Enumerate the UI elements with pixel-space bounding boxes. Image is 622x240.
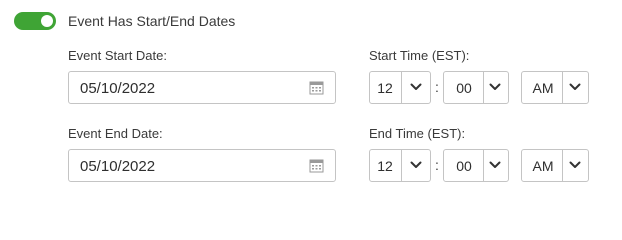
start-date-value: 05/10/2022	[80, 80, 156, 97]
select-divider	[401, 72, 402, 103]
chevron-down-icon	[410, 161, 422, 168]
start-ampm-select[interactable]: AM	[521, 71, 589, 104]
select-divider	[401, 150, 402, 181]
select-divider	[483, 150, 484, 181]
calendar-icon[interactable]	[309, 158, 324, 173]
chevron-down-icon	[489, 161, 501, 168]
end-date-label: Event End Date:	[68, 126, 163, 141]
start-minute-select[interactable]: 00	[443, 71, 509, 104]
select-divider	[562, 150, 563, 181]
start-date-input[interactable]: 05/10/2022	[68, 71, 336, 104]
select-divider	[483, 72, 484, 103]
start-hour-value: 12	[377, 80, 393, 96]
chevron-down-icon	[569, 83, 581, 90]
end-ampm-select[interactable]: AM	[521, 149, 589, 182]
end-ampm-value: AM	[532, 158, 554, 174]
end-hour-value: 12	[377, 158, 393, 174]
end-minute-value: 00	[456, 158, 472, 174]
start-date-label: Event Start Date:	[68, 48, 167, 63]
end-date-input[interactable]: 05/10/2022	[68, 149, 336, 182]
end-minute-select[interactable]: 00	[443, 149, 509, 182]
end-time-label: End Time (EST):	[369, 126, 466, 141]
start-time-label: Start Time (EST):	[369, 48, 470, 63]
time-separator: :	[435, 157, 439, 173]
chevron-down-icon	[569, 161, 581, 168]
toggle-knob	[41, 15, 53, 27]
end-date-value: 05/10/2022	[80, 158, 156, 175]
end-hour-select[interactable]: 12	[369, 149, 431, 182]
chevron-down-icon	[410, 83, 422, 90]
start-ampm-value: AM	[532, 80, 554, 96]
chevron-down-icon	[489, 83, 501, 90]
start-minute-value: 00	[456, 80, 472, 96]
calendar-icon[interactable]	[309, 80, 324, 95]
dates-toggle[interactable]	[14, 12, 56, 30]
time-separator: :	[435, 79, 439, 95]
toggle-label: Event Has Start/End Dates	[68, 13, 236, 29]
select-divider	[562, 72, 563, 103]
start-hour-select[interactable]: 12	[369, 71, 431, 104]
